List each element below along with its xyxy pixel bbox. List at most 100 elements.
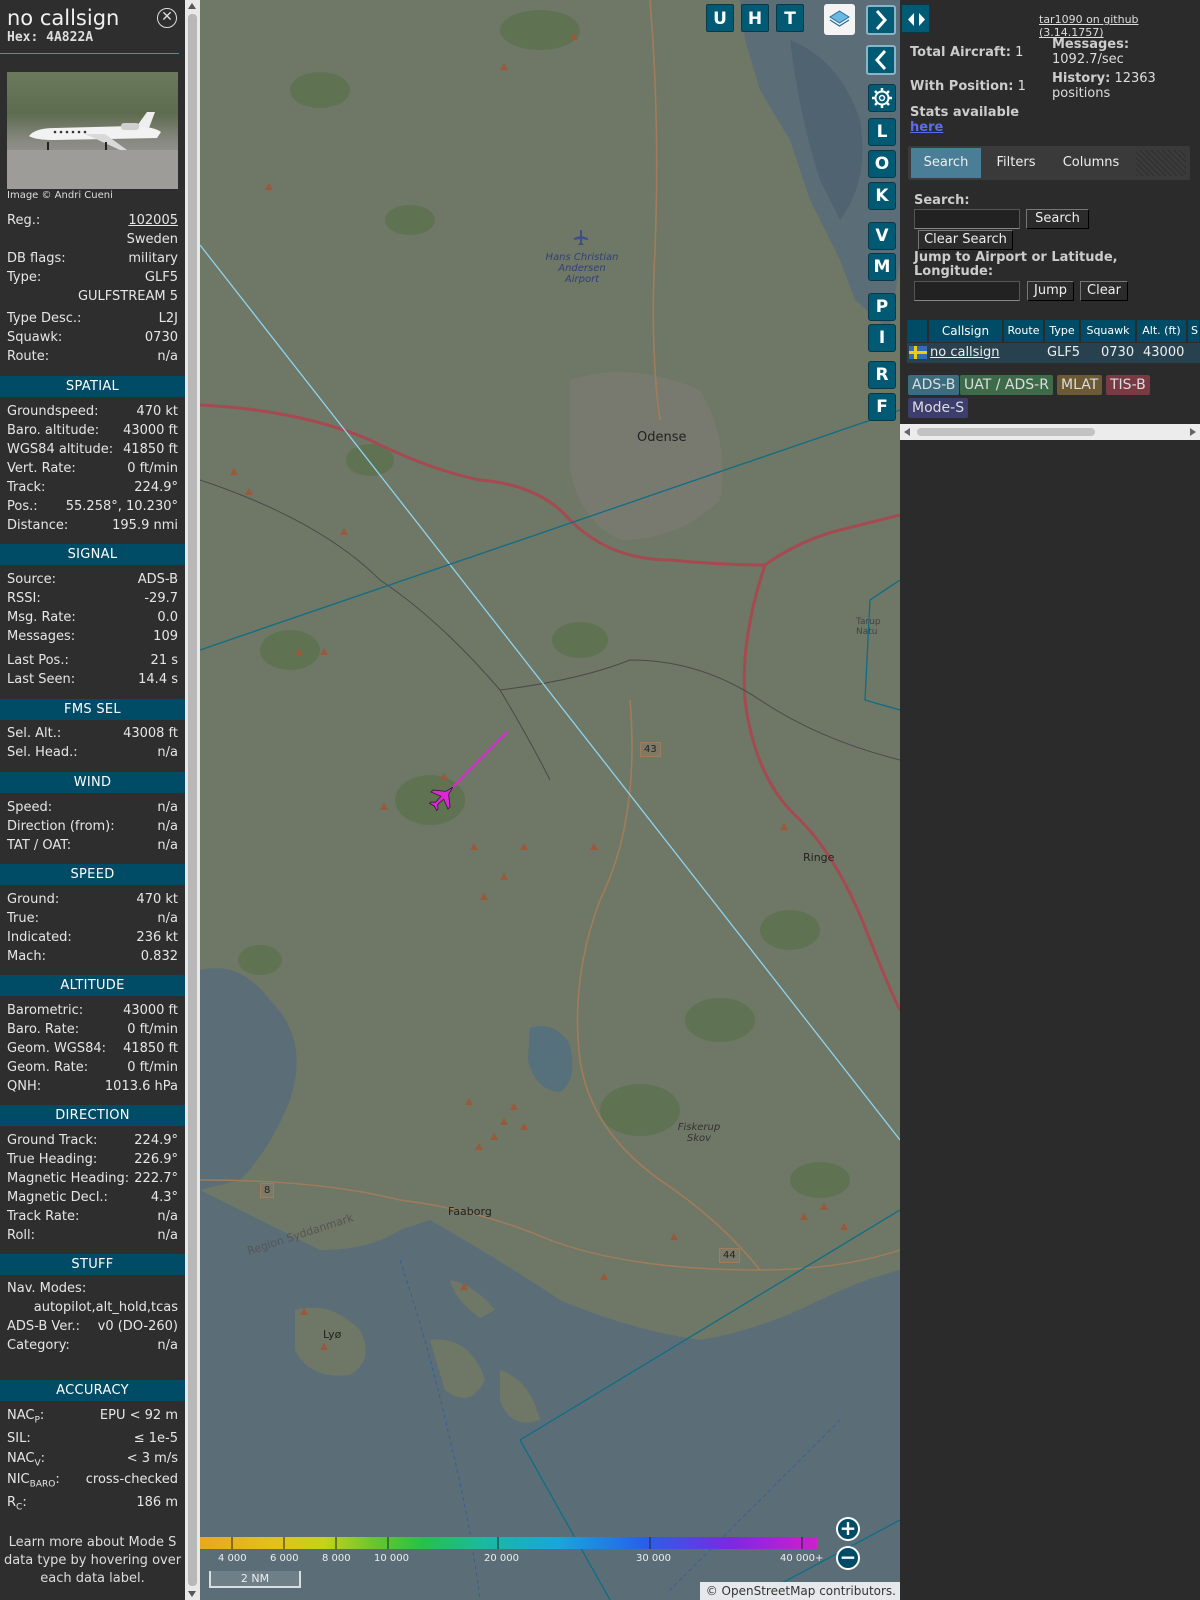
speed-row: Ground: 470 kt [7, 892, 178, 907]
row-altitude: 43000 [1143, 345, 1185, 360]
basemap [200, 0, 900, 1600]
spatial-row: Vert. Rate: 0 ft/min [7, 461, 178, 476]
section-stuff: STUFF [0, 1254, 185, 1275]
aircraft-info-panel: no callsign Hex: 4A822A ✕ Image © Andri … [0, 0, 185, 1600]
toggle-h-button[interactable]: H [741, 4, 769, 32]
label-airport: Hans Christian Andersen Airport [545, 252, 619, 285]
road-44-shield: 44 [719, 1248, 740, 1263]
expand-right-button[interactable] [866, 5, 896, 35]
row-callsign[interactable]: no callsign [930, 343, 1000, 363]
tab-search[interactable]: Search [911, 148, 981, 178]
expand-left-button[interactable] [866, 45, 896, 75]
colorbar-label: 4 000 [218, 1553, 247, 1564]
toggle-r-button[interactable]: R [868, 361, 896, 389]
fms-row: Sel. Head.: n/a [7, 745, 178, 760]
tab-filters[interactable]: Filters [984, 148, 1048, 178]
colorbar-label: 6 000 [270, 1553, 299, 1564]
label-lyo: Lyø [323, 1328, 342, 1341]
toggle-m-button[interactable]: M [868, 253, 896, 281]
toggle-i-button[interactable]: I [868, 324, 896, 352]
zoom-out-button[interactable]: − [836, 1546, 860, 1570]
type-row: Type: GLF5 [7, 270, 178, 285]
toggle-p-button[interactable]: P [868, 293, 896, 321]
toggle-o-button[interactable]: O [868, 150, 896, 178]
direction-row: Ground Track: 224.9° [7, 1133, 178, 1148]
map-attribution[interactable]: © OpenStreetMap contributors. [700, 1582, 900, 1600]
wind-row: TAT / OAT: n/a [7, 838, 178, 853]
gear-icon [872, 88, 892, 108]
altitude-row: Geom. Rate: 0 ft/min [7, 1060, 178, 1075]
spatial-row: Groundspeed: 470 kt [7, 404, 178, 419]
close-info-icon[interactable]: ✕ [157, 8, 177, 28]
layers-button[interactable] [824, 4, 855, 35]
typedesc-row: Type Desc.: L2J [7, 311, 178, 326]
row-type: GLF5 [1047, 345, 1081, 360]
col-route[interactable]: Route [1004, 320, 1044, 342]
table-horizontal-scrollbar[interactable] [900, 424, 1200, 440]
scroll-down-icon[interactable] [188, 1591, 196, 1597]
road-8-shield: 8 [260, 1183, 275, 1198]
aircraft-photo-jet [29, 112, 161, 150]
speed-row: True: n/a [7, 911, 178, 926]
toggle-t-button[interactable]: T [776, 4, 804, 32]
with-position: With Position: 1 [910, 79, 1026, 94]
stats-here-link[interactable]: here [910, 120, 943, 135]
search-input[interactable] [914, 209, 1020, 229]
type-name-row: GULFSTREAM 5 [77, 289, 178, 304]
section-direction: DIRECTION [0, 1105, 185, 1126]
clear-search-button[interactable]: Clear Search [918, 230, 1013, 250]
toggle-v-button[interactable]: V [868, 222, 896, 250]
country-row: Sweden [7, 232, 178, 251]
chevron-right-icon [875, 10, 888, 30]
arrows-horizontal-icon [908, 13, 925, 26]
direction-row: True Heading: 226.9° [7, 1152, 178, 1167]
toggle-f-button[interactable]: F [868, 393, 896, 421]
signal-row: Source: ADS-B [7, 572, 178, 587]
reg-row: Reg.: 102005 [7, 213, 178, 232]
spatial-row: WGS84 altitude: 41850 ft [7, 442, 178, 457]
registration-link[interactable]: 102005 [128, 213, 178, 232]
direction-row: Track Rate: n/a [7, 1209, 178, 1224]
spatial-row: Distance: 195.9 nmi [7, 518, 178, 533]
legend-chip: TIS-B [1106, 375, 1150, 395]
clear-jump-button[interactable]: Clear [1080, 281, 1128, 301]
label-odense: Odense [637, 430, 687, 445]
altitude-colorbar [200, 1537, 817, 1549]
altitude-row: Barometric: 43000 ft [7, 1003, 178, 1018]
col-callsign[interactable]: Callsign [929, 320, 1003, 342]
label-faaborg: Faaborg [448, 1205, 492, 1218]
col-type[interactable]: Type [1045, 320, 1080, 342]
toggle-l-button[interactable]: L [868, 118, 896, 146]
aircraft-photo[interactable] [7, 72, 178, 189]
signal-row: Last Pos.: 21 s [7, 653, 178, 668]
search-button[interactable]: Search [1026, 209, 1089, 229]
tab-columns[interactable]: Columns [1051, 148, 1131, 178]
map-canvas[interactable]: Odense Ringe Faaborg Lyø Hans Christian … [200, 0, 900, 1600]
speed-row: Indicated: 236 kt [7, 930, 178, 945]
scroll-right-icon[interactable] [1190, 428, 1196, 436]
col-squawk[interactable]: Squawk [1081, 320, 1136, 342]
col-altitude[interactable]: Alt. (ft) [1137, 320, 1187, 342]
sidebar-collapse-button[interactable] [901, 4, 930, 33]
col-speed-partial[interactable]: S [1188, 320, 1200, 342]
section-spatial: SPATIAL [0, 376, 185, 397]
toggle-k-button[interactable]: K [868, 182, 896, 210]
navmodes-value-row: autopilot,alt_hold,tcas [33, 1300, 178, 1315]
nicbaro-row: NICBARO: cross-checked [7, 1472, 178, 1490]
info-panel-scrollbar[interactable] [185, 0, 200, 1600]
info-header: no callsign Hex: 4A822A ✕ [0, 0, 179, 54]
jump-input[interactable] [914, 281, 1020, 301]
scroll-up-icon[interactable] [188, 3, 196, 9]
toggle-u-button[interactable]: U [706, 4, 734, 32]
settings-button[interactable] [868, 84, 896, 112]
github-link[interactable]: tar1090 on github (3.14.1757) [1039, 13, 1200, 39]
jump-button[interactable]: Jump [1027, 281, 1074, 301]
road-43-shield: 43 [640, 742, 661, 757]
chevron-left-icon [874, 50, 887, 70]
zoom-in-button[interactable]: + [836, 1517, 860, 1541]
speed-row: Mach: 0.832 [7, 949, 178, 964]
legend-chip: Mode-S [908, 398, 969, 418]
section-signal: SIGNAL [0, 544, 185, 565]
scroll-left-icon[interactable] [904, 428, 910, 436]
signal-row: Messages: 109 [7, 629, 178, 644]
